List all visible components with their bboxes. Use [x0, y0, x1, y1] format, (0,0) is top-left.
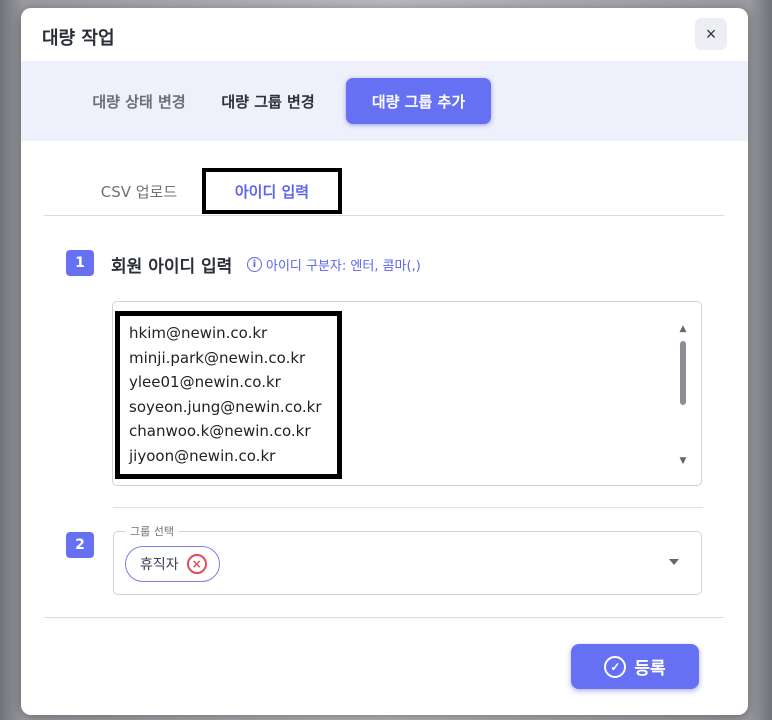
id-entry: soyeon.jung@newin.co.kr: [129, 397, 322, 416]
scroll-thumb[interactable]: [680, 341, 686, 405]
modal-title: 대량 작업: [42, 28, 115, 49]
tab-id-input[interactable]: 아이디 입력: [202, 168, 342, 214]
group-select-label: 그룹 선택: [126, 523, 178, 539]
tab-csv-upload[interactable]: CSV 업로드: [84, 168, 194, 215]
scroll-up-arrow-icon[interactable]: ▲: [678, 325, 688, 334]
tab-bulk-status-change[interactable]: 대량 상태 변경: [59, 78, 219, 124]
close-button[interactable]: ×: [695, 18, 727, 50]
section-divider: [113, 507, 703, 508]
group-select[interactable]: 그룹 선택 휴직자 ×: [113, 523, 702, 595]
selected-group-chip: 휴직자 ×: [125, 546, 220, 582]
id-list: hkim@newin.co.kr minji.park@newin.co.kr …: [115, 311, 342, 479]
footer-divider: [44, 617, 724, 618]
remove-chip-icon[interactable]: ×: [186, 554, 207, 574]
step-2-badge: 2: [66, 532, 94, 558]
hint-text: 아이디 구분자: 엔터, 콤마(,): [266, 259, 421, 274]
member-id-textarea[interactable]: hkim@newin.co.kr minji.park@newin.co.kr …: [112, 301, 702, 486]
id-entry: ylee01@newin.co.kr: [129, 373, 281, 391]
input-method-tabs: CSV 업로드 아이디 입력: [44, 168, 724, 216]
step-1-badge: 1: [66, 250, 94, 276]
close-icon: ×: [705, 23, 717, 44]
modal-header: 대량 작업 ×: [21, 8, 748, 61]
tab-bulk-group-add[interactable]: 대량 그룹 추가: [346, 78, 491, 124]
chip-label: 휴직자: [140, 557, 179, 573]
id-entry: chanwoo.k@newin.co.kr: [129, 422, 311, 440]
chevron-down-icon[interactable]: [669, 559, 679, 565]
id-entry: jiyoon@newin.co.kr: [129, 446, 276, 465]
id-separator-hint: i 아이디 구분자: 엔터, 콤마(,): [247, 255, 421, 274]
scroll-down-arrow-icon[interactable]: ▼: [678, 457, 688, 466]
check-circle-icon: ✓: [604, 655, 627, 678]
id-entry: minji.park@newin.co.kr: [129, 348, 306, 367]
member-id-input-title: 회원 아이디 입력: [111, 257, 233, 277]
submit-label: 등록: [634, 659, 666, 678]
submit-button[interactable]: ✓ 등록: [571, 644, 699, 689]
bulk-action-modal: 대량 작업 × 대량 상태 변경 대량 그룹 변경 대량 그룹 추가 CSV 업…: [21, 8, 748, 715]
textarea-scrollbar[interactable]: ▲ ▼: [678, 325, 688, 466]
info-icon: i: [247, 257, 262, 272]
main-tabbar: 대량 상태 변경 대량 그룹 변경 대량 그룹 추가: [21, 61, 748, 141]
tab-bulk-group-change[interactable]: 대량 그룹 변경: [203, 78, 333, 124]
id-entry: hkim@newin.co.kr: [129, 324, 268, 342]
